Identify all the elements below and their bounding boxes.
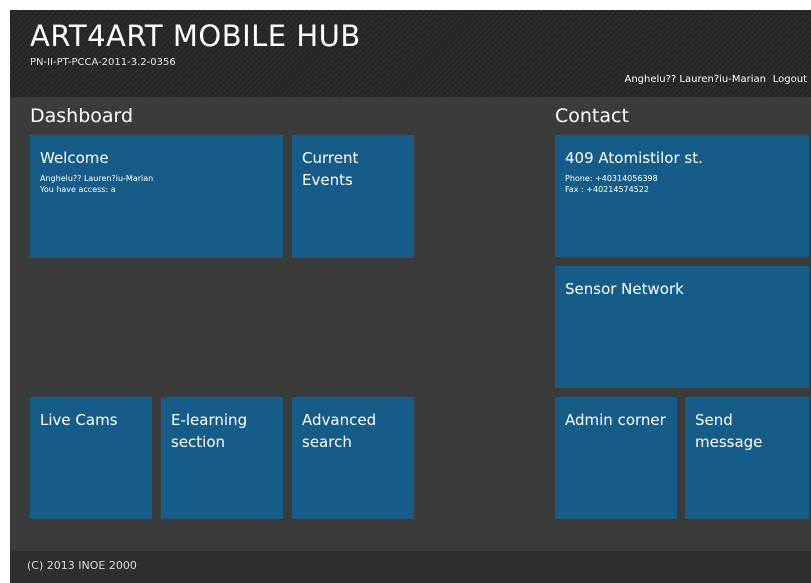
app-window: ART4ART MOBILE HUB PN-II-PT-PCCA-2011-3.… [10, 10, 811, 583]
elearning-title-line1: E-learning [171, 411, 248, 429]
current-events-title-line2: Events [302, 171, 353, 189]
welcome-tile[interactable]: Welcome Anghelu?? Lauren?iu-Marian You h… [30, 135, 283, 258]
live-cams-tile[interactable]: Live Cams [30, 397, 152, 519]
elearning-tile[interactable]: E-learning section [161, 397, 283, 519]
sensor-network-title: Sensor Network [565, 280, 684, 298]
logout-link[interactable]: Logout [773, 74, 807, 85]
address-tile[interactable]: 409 Atomistilor st. Phone: +40314056398 … [555, 135, 809, 257]
dashboard-heading: Dashboard [30, 105, 134, 127]
sensor-network-tile[interactable]: Sensor Network [555, 266, 809, 388]
send-message-title-line2: message [695, 433, 763, 451]
site-title[interactable]: ART4ART MOBILE HUB [30, 19, 361, 53]
send-message-title-line1: Send [695, 411, 733, 429]
address-title: 409 Atomistilor st. [565, 149, 703, 167]
footer: (C) 2013 INOE 2000 [10, 551, 811, 583]
phone-line: Phone: +40314056398 [565, 174, 658, 183]
welcome-access-line: You have access: a [40, 185, 116, 194]
advanced-search-title-line1: Advanced [302, 411, 377, 429]
fax-line: Fax : +40214574522 [565, 185, 649, 194]
copyright-text: (C) 2013 INOE 2000 [27, 559, 137, 572]
welcome-tile-title: Welcome [40, 149, 109, 167]
project-code: PN-II-PT-PCCA-2011-3.2-0356 [30, 57, 176, 68]
advanced-search-tile[interactable]: Advanced search [292, 397, 414, 519]
welcome-user-line: Anghelu?? Lauren?iu-Marian [40, 174, 154, 183]
current-events-tile[interactable]: Current Events [292, 135, 414, 258]
header: ART4ART MOBILE HUB PN-II-PT-PCCA-2011-3.… [10, 10, 811, 97]
advanced-search-title-line2: search [302, 433, 352, 451]
admin-corner-tile[interactable]: Admin corner [555, 397, 677, 519]
send-message-tile[interactable]: Send message [685, 397, 809, 519]
live-cams-title: Live Cams [40, 411, 118, 429]
current-events-title-line1: Current [302, 149, 359, 167]
elearning-title-line2: section [171, 433, 226, 451]
user-name-link[interactable]: Anghelu?? Lauren?iu-Marian [625, 74, 767, 85]
admin-corner-title: Admin corner [565, 411, 666, 429]
contact-heading: Contact [555, 105, 629, 127]
